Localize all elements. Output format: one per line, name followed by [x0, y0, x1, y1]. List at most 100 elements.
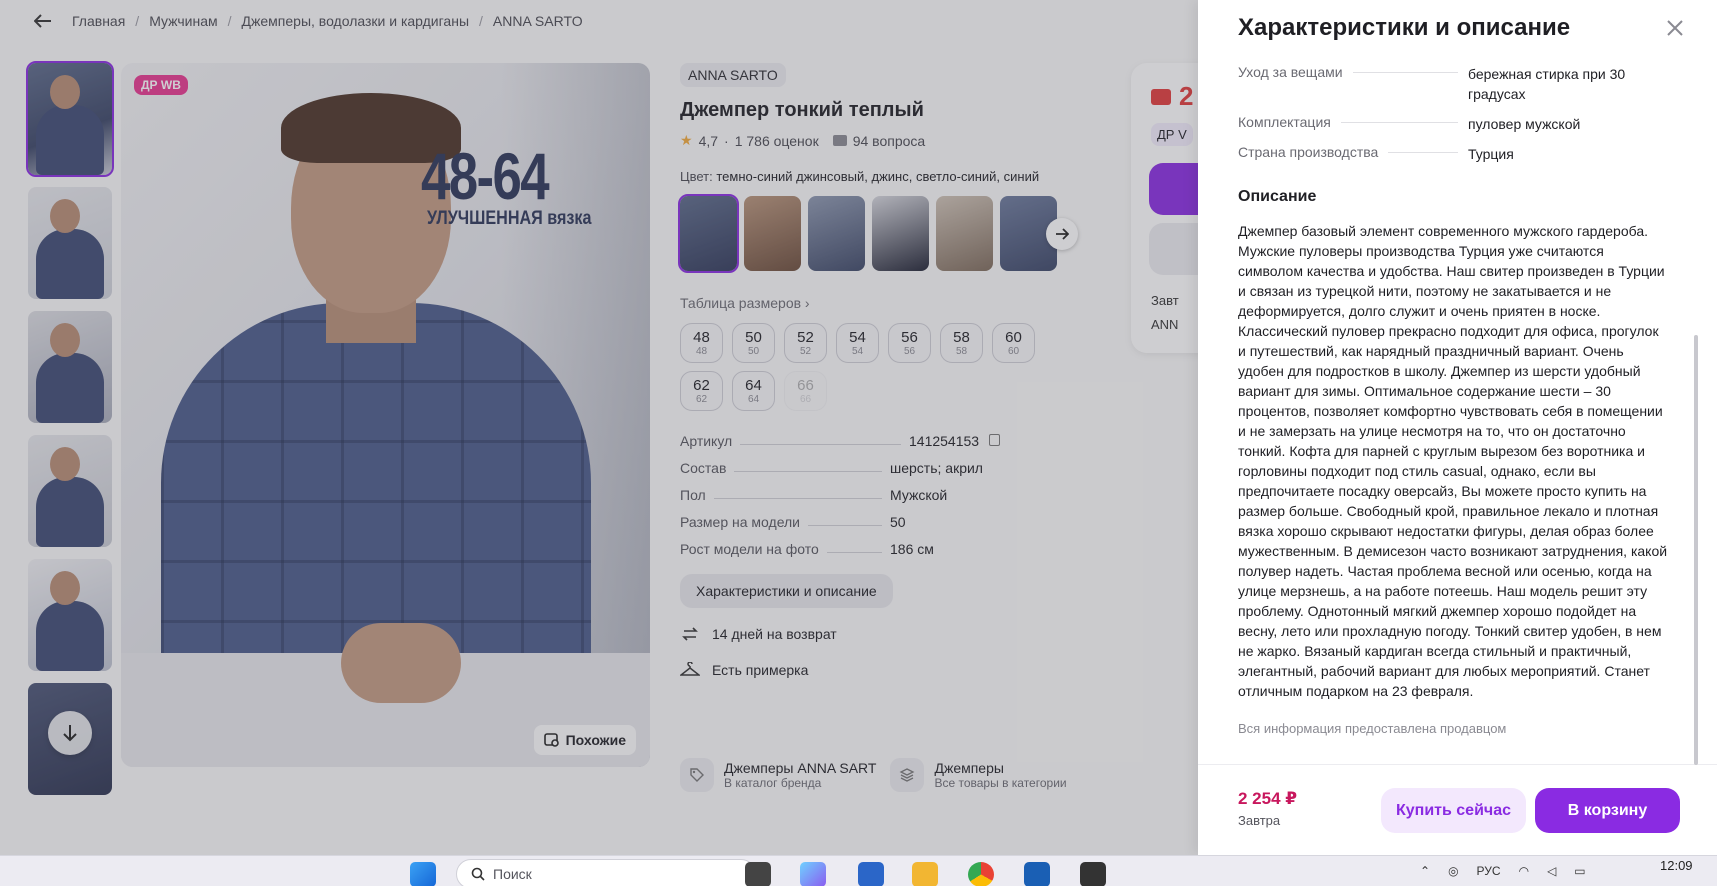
hanger-icon — [680, 660, 700, 680]
powershell-icon[interactable] — [1024, 862, 1050, 886]
size-number: 60 — [1005, 329, 1022, 346]
copy-icon[interactable] — [989, 434, 1000, 446]
color-label: Цвет: — [680, 169, 713, 184]
chevron-up-icon[interactable]: ⌃ — [1420, 864, 1430, 878]
size-option[interactable]: 52 52 — [784, 323, 827, 363]
thumbnail[interactable] — [28, 187, 112, 299]
drawer-content[interactable]: Уход за вещами бережная стирка при 30 гра… — [1238, 64, 1668, 764]
thumbnail[interactable] — [26, 61, 114, 177]
clock[interactable]: 12:09 — [1660, 858, 1693, 873]
drawer-specs: Уход за вещами бережная стирка при 30 гра… — [1238, 64, 1668, 164]
volume-icon[interactable]: ◁ — [1547, 864, 1556, 878]
spec-row: Состав шерсть; акрил — [680, 460, 1000, 476]
taskbar: Поиск ⌃ ◎ РУС ◠ ◁ ▭ 12:09 — [0, 855, 1717, 886]
size-number: 50 — [745, 329, 762, 346]
taskbar-search[interactable]: Поиск — [456, 859, 756, 886]
size-option[interactable]: 50 50 — [732, 323, 775, 363]
terminal-icon[interactable] — [1080, 862, 1106, 886]
size-number: 66 — [797, 377, 814, 394]
color-swatch[interactable] — [808, 196, 865, 271]
breadcrumb-home[interactable]: Главная — [72, 13, 125, 29]
size-option[interactable]: 62 62 — [680, 371, 723, 411]
footer-delivery-date: Завтра — [1238, 813, 1281, 828]
drawer-scrollbar[interactable] — [1694, 335, 1698, 765]
main-product-photo[interactable]: 48-64 УЛУЧШЕННАЯ вязка ДР WB Похожие — [121, 63, 650, 767]
characteristics-button[interactable]: Характеристики и описание — [680, 574, 893, 608]
size-ru: 54 — [851, 346, 864, 357]
drawer-footer: 2 254 ₽ Завтра Купить сейчас В корзину — [1198, 764, 1717, 855]
arrow-right-icon — [1056, 228, 1069, 240]
size-option[interactable]: 64 64 — [732, 371, 775, 411]
drawer-spec-row: Уход за вещами бережная стирка при 30 гра… — [1238, 64, 1668, 104]
drawer-spec-row: Страна производства Турция — [1238, 144, 1668, 164]
breadcrumb-brand[interactable]: ANNA SARTO — [493, 13, 583, 29]
size-option[interactable]: 54 54 — [836, 323, 879, 363]
thumbnail[interactable] — [28, 559, 112, 671]
size-ru: 50 — [747, 346, 760, 357]
battery-icon[interactable]: ▭ — [1574, 864, 1585, 878]
reviews-count[interactable]: 1 786 оценок — [735, 133, 819, 149]
buybox-primary-button[interactable] — [1149, 163, 1198, 215]
size-table-link[interactable]: Таблица размеров › — [680, 295, 1100, 311]
color-swatch[interactable] — [872, 196, 929, 271]
perk-fitting: Есть примерка — [680, 660, 1100, 680]
breadcrumb-category[interactable]: Джемперы, водолазки и кардиганы — [242, 13, 469, 29]
thumbnails-scroll-down-button[interactable] — [48, 711, 92, 755]
color-swatch[interactable] — [936, 196, 993, 271]
brand-catalog-link[interactable]: Джемперы ANNA SART В каталог бренда — [680, 758, 876, 792]
language-indicator[interactable]: РУС — [1477, 864, 1501, 878]
thumbnail[interactable] — [28, 435, 112, 547]
category-catalog-link[interactable]: Джемперы Все товары в категории — [890, 758, 1067, 792]
rating-value: 4,7 — [698, 132, 719, 149]
breadcrumb-separator: / — [135, 13, 140, 29]
spec-row: Рост модели на фото 186 см — [680, 541, 1000, 557]
folder-icon[interactable] — [912, 862, 938, 886]
swatches-next-button[interactable] — [1046, 218, 1078, 250]
characteristics-drawer: Характеристики и описание Уход за вещами… — [1198, 0, 1717, 855]
network-icon[interactable]: ◎ — [1448, 864, 1458, 878]
store-icon[interactable] — [858, 862, 884, 886]
add-to-cart-button[interactable]: В корзину — [1535, 788, 1680, 833]
spec-row: Пол Мужской — [680, 487, 1000, 503]
color-swatch[interactable] — [744, 196, 801, 271]
drawer-spec-row: Комплектация пуловер мужской — [1238, 114, 1668, 134]
size-option[interactable]: 56 56 — [888, 323, 931, 363]
back-arrow-icon[interactable] — [32, 10, 54, 32]
wifi-icon[interactable]: ◠ — [1519, 864, 1529, 878]
buybox-seller[interactable]: ANN — [1151, 317, 1178, 332]
copilot-icon[interactable] — [800, 862, 826, 886]
size-selector: 48 48 50 50 52 52 54 54 56 56 58 58 60 60 62 62 64 64 66 66 — [680, 323, 1080, 411]
size-option[interactable]: 58 58 — [940, 323, 983, 363]
spec-value: 50 — [890, 514, 906, 530]
chrome-icon[interactable] — [968, 862, 994, 886]
buy-now-button[interactable]: Купить сейчас — [1381, 788, 1526, 833]
similar-button[interactable]: Похожие — [533, 725, 636, 755]
size-option[interactable]: 60 60 — [992, 323, 1035, 363]
return-icon — [680, 624, 700, 644]
thumbnail[interactable] — [28, 311, 112, 423]
breadcrumb-men[interactable]: Мужчинам — [149, 13, 217, 29]
brand-chip[interactable]: ANNA SARTO — [680, 63, 786, 87]
close-icon[interactable] — [1663, 16, 1687, 40]
drawer-spec-key: Страна производства — [1238, 144, 1379, 160]
drawer-spec-key: Уход за вещами — [1238, 64, 1343, 80]
color-swatch[interactable] — [678, 194, 739, 273]
breadcrumb-separator: / — [227, 13, 232, 29]
system-tray: ⌃ ◎ РУС ◠ ◁ ▭ — [1420, 864, 1586, 878]
size-option[interactable]: 48 48 — [680, 323, 723, 363]
windows-start-icon[interactable] — [410, 862, 436, 886]
task-view-icon[interactable] — [745, 862, 771, 886]
size-number: 62 — [693, 377, 710, 394]
seller-note: Вся информация предоставлена продавцом — [1238, 721, 1507, 736]
description-heading: Описание — [1238, 188, 1317, 205]
layers-icon — [890, 758, 925, 792]
tag-icon — [680, 758, 714, 792]
questions-count[interactable]: 94 вопроса — [853, 133, 925, 149]
dr-wb-badge: ДР WB — [134, 75, 188, 95]
buybox-secondary-button[interactable] — [1149, 223, 1198, 275]
thumbnail-list — [26, 61, 114, 807]
spec-value: шерсть; акрил — [890, 460, 983, 476]
spec-row: Размер на модели 50 — [680, 514, 1000, 530]
spec-key: Размер на модели — [680, 514, 800, 530]
spec-value: 186 см — [890, 541, 934, 557]
